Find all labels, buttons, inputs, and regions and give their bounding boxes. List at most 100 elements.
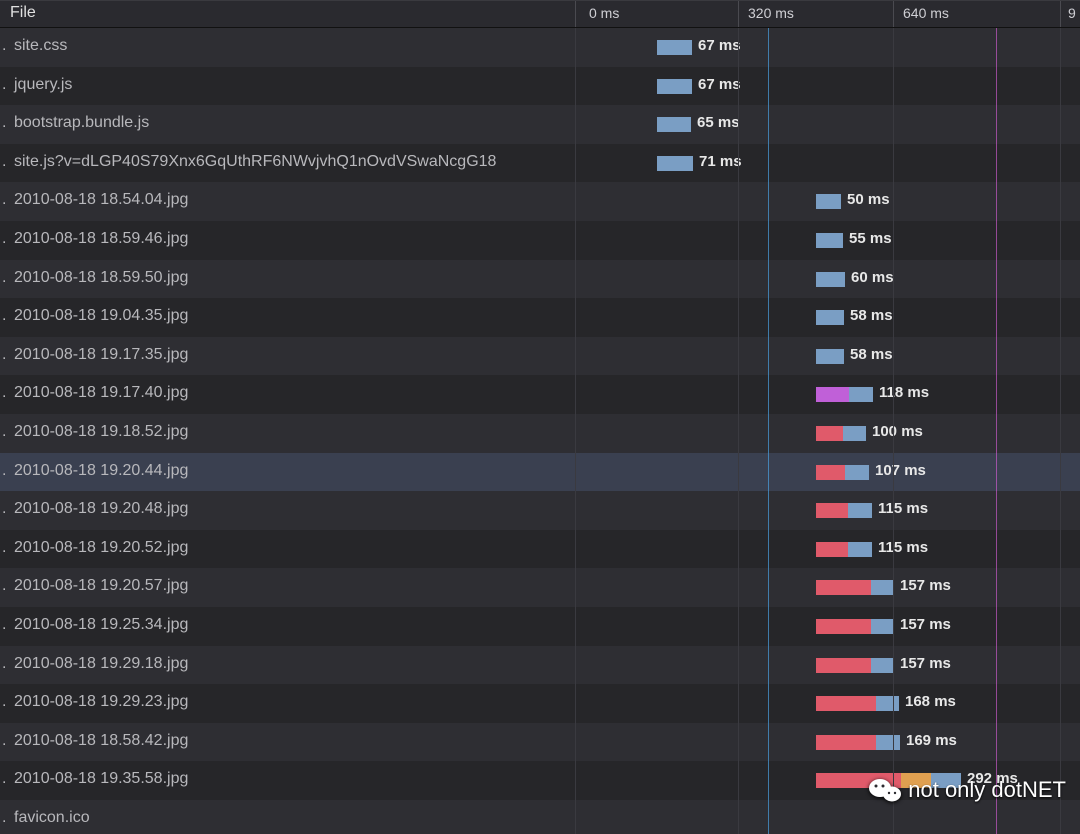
header-tick-label: 0 ms bbox=[589, 5, 619, 21]
timing-bar[interactable] bbox=[816, 735, 900, 750]
timing-bar[interactable] bbox=[657, 79, 692, 94]
request-duration: 157 ms bbox=[900, 616, 951, 633]
timing-bar[interactable] bbox=[816, 696, 899, 711]
table-row[interactable]: .2010-08-18 19.17.40.jpg118 ms bbox=[0, 375, 1080, 414]
table-row[interactable]: .site.css67 ms bbox=[0, 28, 1080, 67]
timing-bar[interactable] bbox=[816, 619, 894, 634]
request-file-name: 2010-08-18 19.29.23.jpg bbox=[14, 693, 188, 711]
timing-bar[interactable] bbox=[816, 503, 872, 518]
table-row[interactable]: .2010-08-18 18.59.46.jpg55 ms bbox=[0, 221, 1080, 260]
timing-segment-red bbox=[816, 426, 843, 441]
header-tick-separator bbox=[1060, 1, 1061, 27]
timing-bar[interactable] bbox=[816, 658, 894, 673]
timing-bar[interactable] bbox=[816, 233, 843, 248]
table-row[interactable]: .2010-08-18 19.20.52.jpg115 ms bbox=[0, 530, 1080, 569]
timing-segment-red bbox=[816, 503, 848, 518]
request-file-name: 2010-08-18 19.20.48.jpg bbox=[14, 500, 188, 518]
table-row[interactable]: .2010-08-18 19.29.23.jpg168 ms bbox=[0, 684, 1080, 723]
row-truncation-indicator: . bbox=[2, 500, 6, 518]
timing-segment-blue bbox=[816, 233, 843, 248]
request-file-name: 2010-08-18 19.20.44.jpg bbox=[14, 462, 188, 480]
timing-segment-red bbox=[816, 542, 848, 557]
table-row[interactable]: .2010-08-18 18.59.50.jpg60 ms bbox=[0, 260, 1080, 299]
timing-segment-blue bbox=[816, 349, 844, 364]
timing-bar[interactable] bbox=[816, 542, 872, 557]
row-truncation-indicator: . bbox=[2, 153, 6, 171]
request-file-name: 2010-08-18 18.54.04.jpg bbox=[14, 191, 188, 209]
header-tick-label: 320 ms bbox=[748, 5, 794, 21]
table-row[interactable]: .bootstrap.bundle.js65 ms bbox=[0, 105, 1080, 144]
header-tick-separator bbox=[575, 1, 576, 27]
header-tick-label: 9 bbox=[1068, 5, 1076, 21]
table-row[interactable]: . 2010-08-18 19.29.18.jpg 157 ms bbox=[0, 646, 1080, 685]
timing-segment-blue bbox=[876, 735, 900, 750]
timing-bar[interactable] bbox=[816, 349, 844, 364]
timing-segment-orange bbox=[901, 773, 931, 788]
timing-segment-blue bbox=[876, 696, 899, 711]
request-duration: 58 ms bbox=[850, 346, 893, 363]
request-file-name: 2010-08-18 19.29.18.jpg bbox=[14, 655, 188, 673]
request-duration: 115 ms bbox=[878, 539, 928, 556]
timing-bar[interactable] bbox=[816, 580, 894, 595]
timing-bar[interactable] bbox=[816, 272, 845, 287]
request-duration: 157 ms bbox=[900, 655, 951, 672]
request-file-name: 2010-08-18 19.25.34.jpg bbox=[14, 616, 188, 634]
table-row[interactable]: .2010-08-18 19.35.58.jpg292 ms bbox=[0, 761, 1080, 800]
timing-segment-red bbox=[816, 465, 845, 480]
timing-segment-red bbox=[816, 773, 901, 788]
timing-bar[interactable] bbox=[816, 773, 961, 788]
request-file-name: bootstrap.bundle.js bbox=[14, 114, 149, 132]
request-file-name: 2010-08-18 19.35.58.jpg bbox=[14, 770, 188, 788]
row-truncation-indicator: . bbox=[2, 693, 6, 711]
timing-segment-blue bbox=[657, 117, 691, 132]
timing-bar[interactable] bbox=[816, 426, 866, 441]
row-truncation-indicator: . bbox=[2, 577, 6, 595]
timing-segment-magenta bbox=[816, 387, 849, 402]
timing-bar[interactable] bbox=[816, 465, 869, 480]
request-file-name: 2010-08-18 19.04.35.jpg bbox=[14, 307, 188, 325]
row-truncation-indicator: . bbox=[2, 191, 6, 209]
timing-bar[interactable] bbox=[657, 156, 693, 171]
table-row[interactable]: .jquery.js67 ms bbox=[0, 67, 1080, 106]
timing-segment-red bbox=[816, 696, 876, 711]
timing-bar[interactable] bbox=[657, 40, 692, 55]
table-row[interactable]: . site.js?v=dLGP40S79Xnx6GqUthRF6NWvjvhQ1… bbox=[0, 144, 1080, 183]
row-truncation-indicator: . bbox=[2, 423, 6, 441]
request-file-name: 2010-08-18 19.20.57.jpg bbox=[14, 577, 188, 595]
table-row[interactable]: .2010-08-18 18.58.42.jpg169 ms bbox=[0, 723, 1080, 762]
column-header-file[interactable]: File bbox=[10, 4, 36, 22]
table-row[interactable]: .2010-08-18 19.17.35.jpg58 ms bbox=[0, 337, 1080, 376]
row-truncation-indicator: . bbox=[2, 655, 6, 673]
request-file-name: site.js?v=dLGP40S79Xnx6GqUthRF6NWvjvhQ1n… bbox=[14, 153, 496, 171]
table-row[interactable]: .2010-08-18 19.18.52.jpg100 ms bbox=[0, 414, 1080, 453]
timing-segment-blue bbox=[848, 542, 872, 557]
table-row[interactable]: . 2010-08-18 19.04.35.jpg 58 ms bbox=[0, 298, 1080, 337]
row-truncation-indicator: . bbox=[2, 384, 6, 402]
timing-segment-blue bbox=[849, 387, 873, 402]
table-row[interactable]: .favicon.ico bbox=[0, 800, 1080, 834]
timing-bar[interactable] bbox=[816, 194, 841, 209]
table-row[interactable]: .2010-08-18 19.20.57.jpg157 ms bbox=[0, 568, 1080, 607]
table-row[interactable]: .2010-08-18 19.20.44.jpg107 ms bbox=[0, 453, 1080, 492]
row-truncation-indicator: . bbox=[2, 37, 6, 55]
request-file-name: favicon.ico bbox=[14, 809, 90, 827]
request-duration: 115 ms bbox=[878, 500, 928, 517]
timing-segment-red bbox=[816, 619, 871, 634]
table-row[interactable]: . 2010-08-18 19.20.48.jpg 115 ms bbox=[0, 491, 1080, 530]
table-row[interactable]: .2010-08-18 19.25.34.jpg157 ms bbox=[0, 607, 1080, 646]
row-truncation-indicator: . bbox=[2, 770, 6, 788]
request-duration: 67 ms bbox=[698, 37, 741, 54]
timing-bar[interactable] bbox=[657, 117, 691, 132]
row-truncation-indicator: . bbox=[2, 307, 6, 325]
timing-segment-blue bbox=[845, 465, 869, 480]
timing-segment-blue bbox=[931, 773, 961, 788]
request-duration: 169 ms bbox=[906, 732, 957, 749]
request-duration: 50 ms bbox=[847, 191, 890, 208]
request-file-name: 2010-08-18 19.17.40.jpg bbox=[14, 384, 188, 402]
timing-bar[interactable] bbox=[816, 387, 873, 402]
request-file-name: 2010-08-18 18.59.50.jpg bbox=[14, 269, 188, 287]
table-row[interactable]: . 2010-08-18 18.54.04.jpg 50 ms bbox=[0, 182, 1080, 221]
request-file-name: 2010-08-18 19.18.52.jpg bbox=[14, 423, 188, 441]
request-duration: 58 ms bbox=[850, 307, 893, 324]
timing-bar[interactable] bbox=[816, 310, 844, 325]
